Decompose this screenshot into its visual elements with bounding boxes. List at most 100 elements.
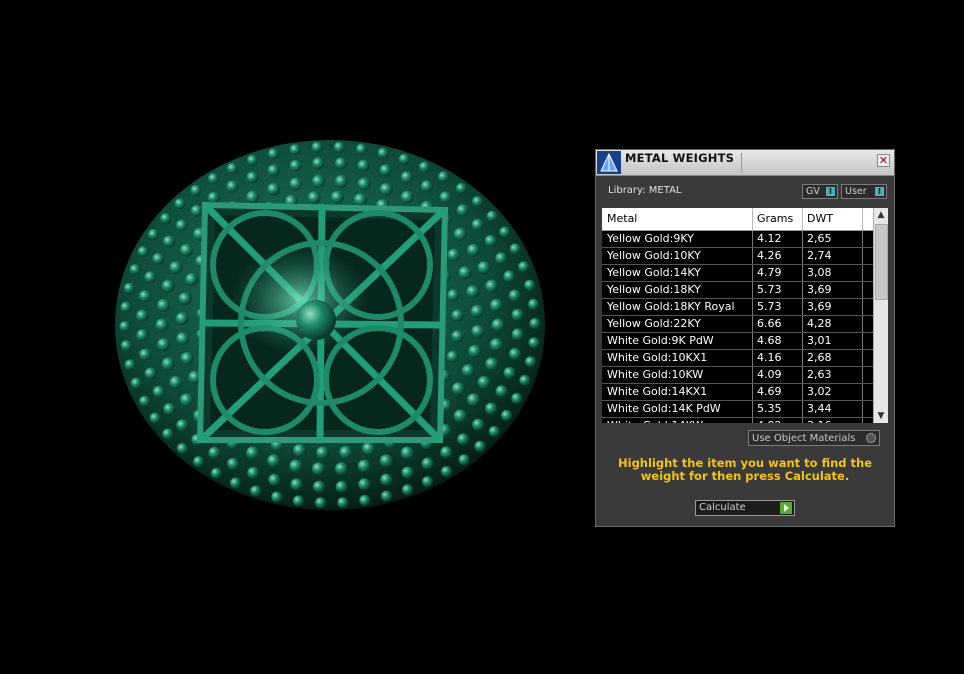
grams-cell: 4.09	[757, 368, 782, 381]
ring-bead	[447, 289, 460, 302]
ring-bead	[362, 442, 376, 456]
table-row[interactable]: White Gold:10KW 4.09 2,63	[602, 367, 873, 384]
table-row[interactable]: Yellow Gold:18KY Royal 5.73 3,69	[602, 299, 873, 316]
metal-name-cell: White Gold:14KX1	[607, 385, 708, 398]
play-arrow-icon	[780, 502, 792, 514]
ring-bead	[208, 173, 219, 184]
ring-bead	[439, 191, 452, 204]
ring-bead	[268, 148, 279, 160]
scrollbar-thumb[interactable]	[875, 224, 888, 300]
dialog-title: METAL WEIGHTS	[625, 151, 735, 165]
ring-bead	[136, 309, 149, 322]
ring-bead	[180, 243, 193, 257]
ring-bead	[474, 440, 486, 452]
column-divider	[862, 367, 863, 383]
ring-bead	[472, 196, 484, 207]
metal-weights-table: Metal Grams DWT Yellow Gold:9KY 4.12 2,65 Y…	[602, 208, 888, 423]
ring-bead	[457, 433, 470, 446]
ring-bead	[169, 261, 183, 275]
dialog-titlebar[interactable]: METAL WEIGHTS ✕	[596, 150, 894, 176]
ring-bead	[130, 377, 142, 389]
use-object-materials-option[interactable]: Use Object Materials	[748, 430, 880, 446]
column-divider	[752, 316, 753, 332]
ring-bead	[379, 182, 393, 196]
user-toggle-label: User	[845, 186, 867, 197]
ring-bead	[511, 328, 524, 341]
ring-bead	[337, 497, 349, 509]
column-header-dwt[interactable]: DWT	[802, 208, 862, 230]
grams-cell: 5.35	[757, 402, 782, 415]
ring-bead	[180, 351, 194, 365]
ring-bead	[447, 248, 461, 262]
ring-bead	[227, 162, 238, 174]
table-row[interactable]: Yellow Gold:18KY 5.73 3,69	[602, 282, 873, 299]
ring-bead	[472, 418, 485, 431]
column-header-grams[interactable]: Grams	[752, 208, 802, 230]
table-row[interactable]: Yellow Gold:22KY 6.66 4,28	[602, 316, 873, 333]
ring-bead	[402, 484, 413, 496]
table-row[interactable]: Yellow Gold:14KY 4.79 3,08	[602, 265, 873, 282]
table-body: Yellow Gold:9KY 4.12 2,65 Yellow Gold:10KY 4…	[602, 231, 873, 423]
ring-bead	[461, 364, 475, 378]
table-row[interactable]: Yellow Gold:9KY 4.12 2,65	[602, 231, 873, 248]
user-library-toggle[interactable]: User I	[841, 184, 887, 199]
column-divider	[802, 248, 803, 264]
table-row[interactable]: White Gold:9K PdW 4.68 3,01	[602, 333, 873, 350]
ring-bead	[246, 190, 260, 204]
table-row[interactable]: White Gold:10KX1 4.16 2,68	[602, 350, 873, 367]
metal-name-cell: Yellow Gold:22KY	[607, 317, 701, 330]
ring-bead	[453, 409, 467, 423]
ring-bead	[136, 329, 149, 342]
table-scrollbar[interactable]: ▲ ▼	[873, 208, 888, 423]
chevron-up-icon[interactable]: ▲	[874, 208, 888, 222]
ring-bead	[528, 337, 540, 349]
ring-bead	[486, 210, 498, 222]
gv-toggle-label: GV	[806, 186, 820, 197]
column-header-metal[interactable]: Metal	[602, 208, 752, 230]
ring-bead	[162, 235, 175, 248]
ring-bead	[335, 157, 347, 170]
ring-bead	[485, 279, 499, 293]
ring-bead	[453, 227, 467, 241]
ring-bead	[491, 318, 505, 332]
column-divider	[862, 384, 863, 400]
toggle-on-indicator-icon: I	[826, 187, 835, 196]
column-divider	[752, 350, 753, 366]
gv-library-toggle[interactable]: GV I	[802, 184, 838, 199]
ring-bead	[379, 454, 393, 468]
grams-cell: 4.79	[757, 266, 782, 279]
table-row[interactable]: Yellow Gold:10KY 4.26 2,74	[602, 248, 873, 265]
ring-bead	[422, 476, 433, 488]
ring-bead	[268, 473, 281, 486]
ring-bead	[176, 332, 190, 346]
calculate-button[interactable]: Calculate	[695, 500, 795, 516]
ring-bead	[139, 290, 151, 303]
table-row[interactable]: White Gold:14KW4.923,16	[602, 418, 873, 423]
column-divider	[802, 401, 803, 417]
ring-bead	[451, 382, 465, 396]
table-row[interactable]: White Gold:14K PdW 5.35 3,44	[602, 401, 873, 418]
column-divider	[752, 231, 753, 247]
ring-bead	[289, 177, 303, 191]
ring-bead	[508, 289, 521, 302]
grams-cell: 4.69	[757, 385, 782, 398]
close-icon[interactable]: ✕	[877, 154, 890, 167]
ring-bead	[144, 367, 157, 380]
ring-bead	[207, 191, 220, 204]
ring-bead	[190, 184, 202, 196]
ring-bead	[446, 350, 459, 363]
ring-bead	[451, 309, 464, 322]
ring-bead	[466, 285, 480, 299]
column-divider	[802, 265, 803, 281]
instruction-text: Highlight the item you want to find the …	[618, 456, 872, 483]
ring-bead	[311, 141, 323, 153]
table-row[interactable]: White Gold:14KX1 4.69 3,02	[602, 384, 873, 401]
chevron-down-icon[interactable]: ▼	[874, 409, 888, 423]
ring-bead	[175, 312, 189, 326]
metal-name-cell: White Gold:10KX1	[607, 351, 708, 364]
ring-bead	[458, 454, 470, 466]
metal-name-cell: Yellow Gold:18KY	[607, 283, 701, 296]
ring-bead	[246, 446, 260, 460]
ring-bead	[226, 180, 239, 193]
title-divider	[741, 153, 742, 172]
